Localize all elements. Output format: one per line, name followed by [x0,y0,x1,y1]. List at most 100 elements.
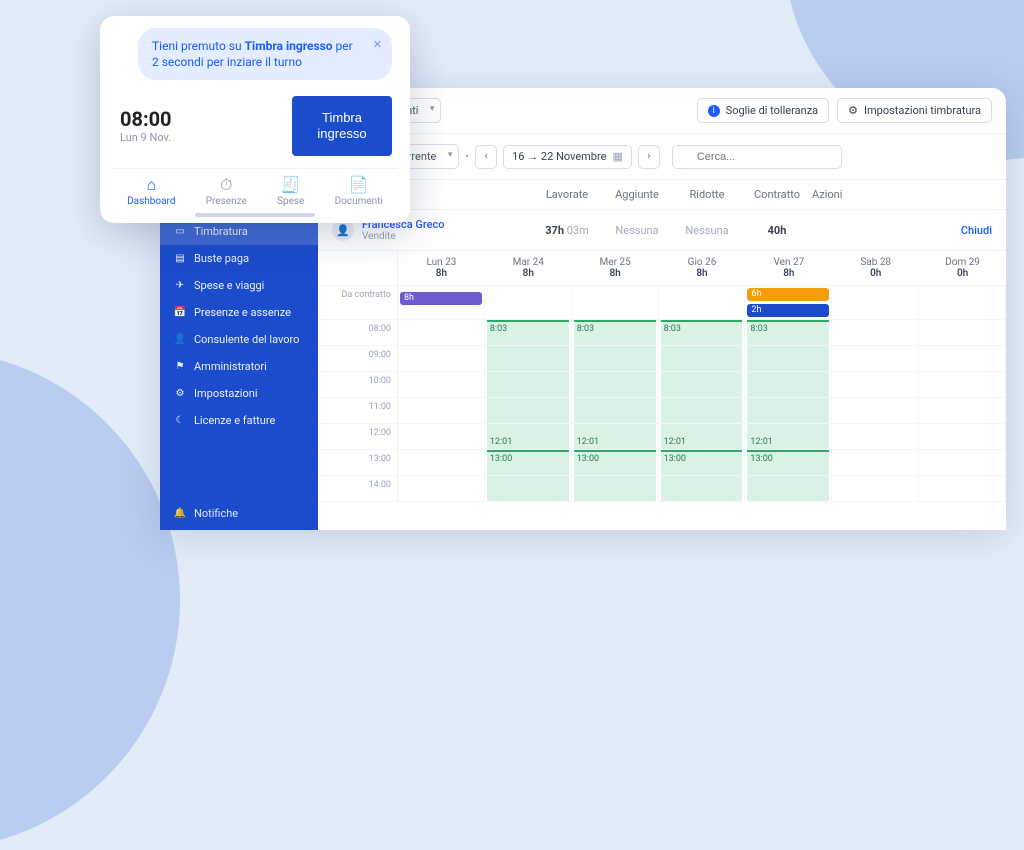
table-headers: Dipendente Lavorate Aggiunte Ridotte Con… [318,180,1006,210]
grid-cell [398,372,485,398]
shift-block[interactable] [747,372,829,397]
grid-cell [398,450,485,476]
hour-label: 09:00 [318,346,398,372]
grid-cell: 6h2h [745,286,832,320]
shift-block[interactable]: 8:03 [661,320,743,345]
chevron-left-icon: ‹ [485,151,488,162]
day-header: Mer 258h [572,251,659,286]
shift-block[interactable] [747,398,829,423]
day-header: Lun 238h [398,251,485,286]
stamp-settings-button[interactable]: ⚙Impostazioni timbratura [837,98,992,123]
shift-block[interactable] [661,372,743,397]
gear-icon: ⚙ [174,388,186,400]
shift-block[interactable]: 13:00 [747,450,829,475]
shift-block[interactable] [747,346,829,371]
sidebar-item-buste-paga[interactable]: ▤Buste paga [160,245,318,272]
sidebar-item-spese[interactable]: ✈Spese e viaggi [160,272,318,299]
grid-cell [745,398,832,424]
grid-cell [572,346,659,372]
sidebar-item-presenze[interactable]: 📅Presenze e assenze [160,299,318,326]
shift-block[interactable]: 13:00 [487,450,569,475]
sidebar-item-label: Licenze e fatture [194,414,275,427]
card-icon: ▭ [174,226,186,238]
allday-pill[interactable]: 2h [747,304,829,317]
mobile-tabs: ⌂Dashboard ⏱Presenze 🧾Spese 📄Documenti [112,168,398,207]
shift-block[interactable] [574,372,656,397]
close-hint-button[interactable]: ✕ [373,38,382,53]
hour-label: 12:00 [318,424,398,450]
th-azioni: Azioni [812,188,842,201]
reduced-hours: Nessuna [672,224,742,237]
sidebar-item-label: Impostazioni [194,387,258,400]
tab-spese[interactable]: 🧾Spese [277,177,304,207]
tab-documenti[interactable]: 📄Documenti [335,177,383,207]
stamp-settings-label: Impostazioni timbratura [864,104,981,117]
allday-pill[interactable]: 8h [400,292,482,305]
stamp-in-button[interactable]: Timbra ingresso [292,96,392,155]
shift-block[interactable]: 13:00 [574,450,656,475]
shift-block[interactable] [747,476,829,501]
grid-cell: 13:00 [659,450,746,476]
grid-cell [485,286,572,320]
tab-label: Presenze [206,196,247,207]
search-input[interactable] [672,145,842,169]
shift-block[interactable] [661,398,743,423]
hour-label: 13:00 [318,450,398,476]
main-pane: utti i dipendenti iSoglie di tolleranza … [318,88,1006,530]
shift-block[interactable]: 12:01 [487,424,569,449]
th-contratto: Contratto [742,188,812,201]
th-aggiunte: Aggiunte [602,188,672,201]
day-header: Sab 280h [832,251,919,286]
sidebar-item-consulente[interactable]: 👤Consulente del lavoro [160,326,318,353]
moon-icon: ☾ [174,415,186,427]
shift-block[interactable] [574,346,656,371]
grid-cell [572,286,659,320]
grid-cell: 8:03 [572,320,659,346]
row-contract-label: Da contratto [318,286,398,320]
shift-block[interactable] [661,346,743,371]
shift-block[interactable]: 8:03 [487,320,569,345]
grid-cell [485,346,572,372]
shift-block[interactable] [661,476,743,501]
prev-week-button[interactable]: ‹ [475,145,497,169]
topbar: utti i dipendenti iSoglie di tolleranza … [318,88,1006,134]
hint-text: Tieni premuto su [152,39,245,53]
employee-dept: Vendite [362,231,445,242]
allday-pill[interactable]: 6h [747,288,829,301]
shift-block[interactable]: 13:00 [661,450,743,475]
grid-cell: 12:01 [485,424,572,450]
tab-presenze[interactable]: ⏱Presenze [206,177,247,207]
grid-cell: 8:03 [745,320,832,346]
grid-cell [832,450,919,476]
tab-dashboard[interactable]: ⌂Dashboard [127,177,175,207]
shift-block[interactable]: 12:01 [747,424,829,449]
sidebar-item-label: Notifiche [194,507,238,520]
shift-block[interactable] [487,398,569,423]
shift-block[interactable]: 8:03 [747,320,829,345]
grid-cell [919,286,1006,320]
shift-block[interactable] [574,476,656,501]
shift-block[interactable] [487,346,569,371]
shift-block[interactable] [487,476,569,501]
close-action[interactable]: Chiudi [812,224,992,237]
drag-handle[interactable] [195,213,315,217]
dot-separator: • [465,150,469,163]
toolbar: Settimana corrente • ‹ 16 → 22 Novembre▦… [318,134,1006,180]
sidebar-item-admin[interactable]: ⚑Amministratori [160,353,318,380]
clock-date: Lun 9 Nov. [120,131,282,144]
shift-block[interactable] [487,372,569,397]
shift-block[interactable] [574,398,656,423]
next-week-button[interactable]: › [638,145,660,169]
grid-cell [832,372,919,398]
plane-icon: ✈ [174,280,186,292]
grid-cell [485,372,572,398]
sidebar-item-notifiche[interactable]: 🔔Notifiche [160,497,318,530]
shift-block[interactable]: 8:03 [574,320,656,345]
sidebar-item-impostazioni[interactable]: ⚙ Impostazioni [160,380,318,407]
shift-block[interactable]: 12:01 [574,424,656,449]
sidebar-item-licenze[interactable]: ☾ Licenze e fatture [160,407,318,434]
tolerance-button[interactable]: iSoglie di tolleranza [697,98,829,123]
sidebar-item-label: Timbratura [194,225,248,238]
shift-block[interactable]: 12:01 [661,424,743,449]
date-range-picker[interactable]: 16 → 22 Novembre▦ [503,145,632,169]
